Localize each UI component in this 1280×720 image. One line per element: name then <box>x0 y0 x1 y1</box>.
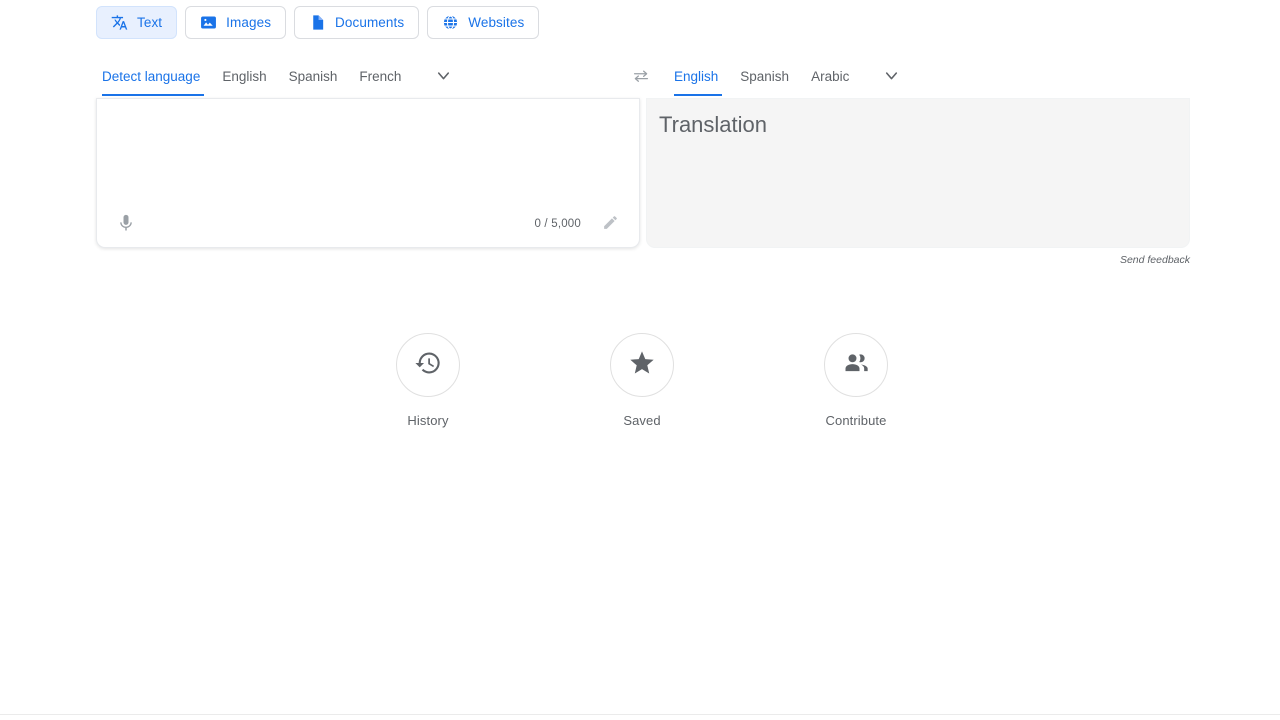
people-group-icon <box>842 349 870 382</box>
character-counter: 0 / 5,000 <box>534 218 581 230</box>
microphone-icon <box>116 213 136 236</box>
translation-placeholder: Translation <box>659 112 768 137</box>
target-language-group: English Spanish Arabic <box>668 58 908 96</box>
translate-text-icon <box>111 14 128 31</box>
source-lang-english[interactable]: English <box>211 58 277 96</box>
language-selector-row: Detect language English Spanish French E… <box>96 58 1190 96</box>
history-clock-icon <box>414 349 442 382</box>
action-history[interactable]: History <box>346 333 510 428</box>
tab-documents-label: Documents <box>335 15 405 30</box>
bottom-divider <box>0 714 1280 715</box>
microphone-button[interactable] <box>109 207 143 241</box>
source-panel-footer: 0 / 5,000 <box>97 201 639 247</box>
history-button-circle[interactable] <box>396 333 460 397</box>
saved-label: Saved <box>623 413 661 428</box>
source-lang-french[interactable]: French <box>348 58 412 96</box>
tab-text[interactable]: Text <box>96 6 178 39</box>
tab-documents[interactable]: Documents <box>294 6 420 39</box>
source-language-group: Detect language English Spanish French <box>96 58 460 96</box>
globe-icon <box>442 14 459 31</box>
saved-button-circle[interactable] <box>610 333 674 397</box>
target-lang-spanish[interactable]: Spanish <box>729 58 800 96</box>
send-feedback-link[interactable]: Send feedback <box>1120 254 1190 266</box>
translation-output-panel[interactable]: Translation <box>646 98 1190 248</box>
source-language-more-button[interactable] <box>426 60 460 94</box>
action-saved[interactable]: Saved <box>560 333 724 428</box>
contribute-button-circle[interactable] <box>824 333 888 397</box>
quick-actions: History Saved Contribute <box>0 333 1280 428</box>
source-text-input[interactable] <box>97 99 639 203</box>
source-text-panel: 0 / 5,000 <box>96 98 640 248</box>
document-icon <box>309 14 326 31</box>
swap-languages-button[interactable] <box>626 62 656 92</box>
tab-websites-label: Websites <box>468 15 525 30</box>
tab-websites[interactable]: Websites <box>427 6 540 39</box>
translation-panels: 0 / 5,000 Translation <box>96 98 1190 250</box>
tab-text-label: Text <box>137 15 163 30</box>
tab-images-label: Images <box>226 15 272 30</box>
pencil-icon <box>602 214 619 234</box>
source-lang-spanish[interactable]: Spanish <box>278 58 349 96</box>
contribute-label: Contribute <box>825 413 887 428</box>
image-icon <box>200 14 217 31</box>
tab-images[interactable]: Images <box>185 6 287 39</box>
chevron-down-icon <box>882 66 901 88</box>
source-lang-detect[interactable]: Detect language <box>96 58 211 96</box>
target-lang-english[interactable]: English <box>668 58 729 96</box>
mode-tab-bar: Text Images Documents Websites <box>96 6 540 39</box>
target-language-more-button[interactable] <box>874 60 908 94</box>
translate-app: Text Images Documents Websites Detect la… <box>0 0 1280 720</box>
star-filled-icon <box>628 349 656 382</box>
chevron-down-icon <box>434 66 453 88</box>
target-lang-arabic[interactable]: Arabic <box>800 58 860 96</box>
handwriting-button[interactable] <box>595 209 625 239</box>
action-contribute[interactable]: Contribute <box>774 333 938 428</box>
swap-languages-icon <box>632 67 650 88</box>
history-label: History <box>407 413 449 428</box>
